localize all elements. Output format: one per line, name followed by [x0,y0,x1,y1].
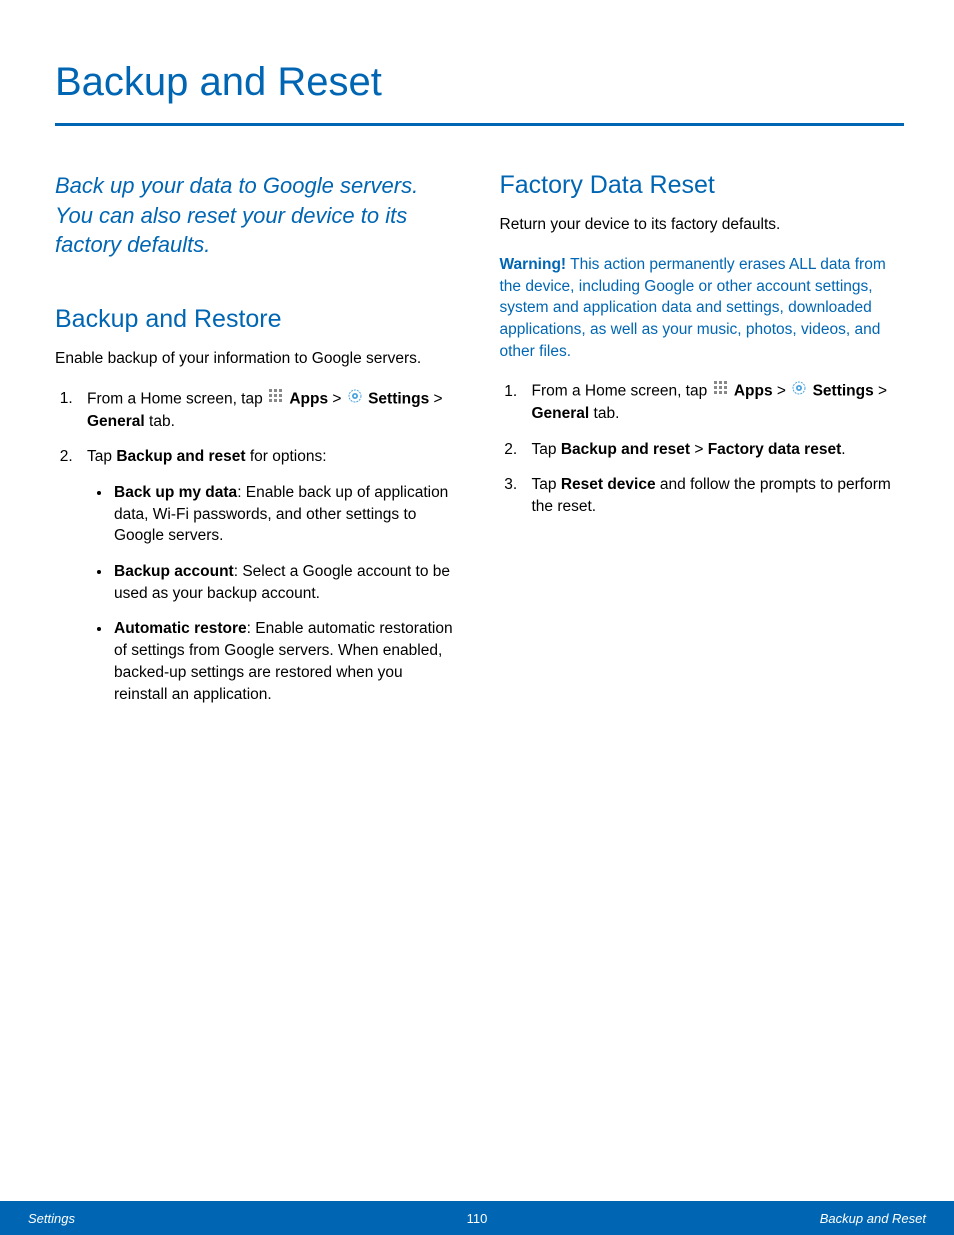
factory-reset-heading: Factory Data Reset [500,171,905,200]
step-sep: > [690,441,708,458]
step-sep: > [773,383,791,400]
right-column: Factory Data Reset Return your device to… [500,171,905,719]
settings-gear-icon [791,380,807,403]
list-item: Tap Backup and reset for options: Back u… [77,446,460,705]
step-sep: > [874,383,887,400]
footer-left: Settings [28,1211,75,1226]
step-text: Tap [87,448,116,465]
page-footer: Settings 110 Backup and Reset [0,1201,954,1235]
step-text: tab. [589,405,619,422]
settings-gear-icon [347,388,363,411]
option-title: Back up my data [114,484,237,501]
general-label: General [532,405,590,422]
option-title: Backup account [114,563,234,580]
page-title: Backup and Reset [55,60,904,126]
backup-reset-label: Backup and reset [561,441,690,458]
warning-label: Warning! [500,256,567,273]
backup-reset-label: Backup and reset [116,448,245,465]
general-label: General [87,413,145,430]
list-item: Backup account: Select a Google account … [112,561,460,604]
apps-label: Apps [734,383,773,400]
list-item: From a Home screen, tap Apps > Settings … [522,380,905,424]
footer-page-number: 110 [467,1211,488,1226]
footer-right: Backup and Reset [820,1211,926,1226]
content-columns: Back up your data to Google servers. You… [55,171,904,719]
settings-label: Settings [368,390,429,407]
list-item: Back up my data: Enable back up of appli… [112,482,460,547]
step-text: Tap [532,476,561,493]
factory-reset-steps: From a Home screen, tap Apps > Settings … [500,380,905,517]
factory-data-reset-label: Factory data reset [708,441,842,458]
list-item: Tap Backup and reset > Factory data rese… [522,439,905,461]
step-text: . [841,441,845,458]
apps-grid-icon [268,388,284,411]
left-column: Back up your data to Google servers. You… [55,171,460,719]
step-text: From a Home screen, tap [87,390,267,407]
step-text: From a Home screen, tap [532,383,712,400]
option-title: Automatic restore [114,620,247,637]
apps-label: Apps [289,390,328,407]
list-item: From a Home screen, tap Apps > Settings … [77,388,460,432]
list-item: Automatic restore: Enable automatic rest… [112,618,460,705]
backup-restore-steps: From a Home screen, tap Apps > Settings … [55,388,460,705]
backup-restore-lead: Enable backup of your information to Goo… [55,349,460,370]
apps-grid-icon [713,380,729,403]
list-item: Tap Reset device and follow the prompts … [522,474,905,517]
step-sep: > [429,390,442,407]
settings-label: Settings [813,383,874,400]
step-sep: > [328,390,346,407]
reset-device-label: Reset device [561,476,656,493]
step-text: tab. [145,413,175,430]
step-text: Tap [532,441,561,458]
step-text: for options: [246,448,327,465]
intro-text: Back up your data to Google servers. You… [55,171,460,260]
warning-paragraph: Warning! This action permanently erases … [500,254,905,362]
factory-reset-lead: Return your device to its factory defaul… [500,215,905,236]
options-bullets: Back up my data: Enable back up of appli… [87,482,460,705]
backup-restore-heading: Backup and Restore [55,305,460,334]
